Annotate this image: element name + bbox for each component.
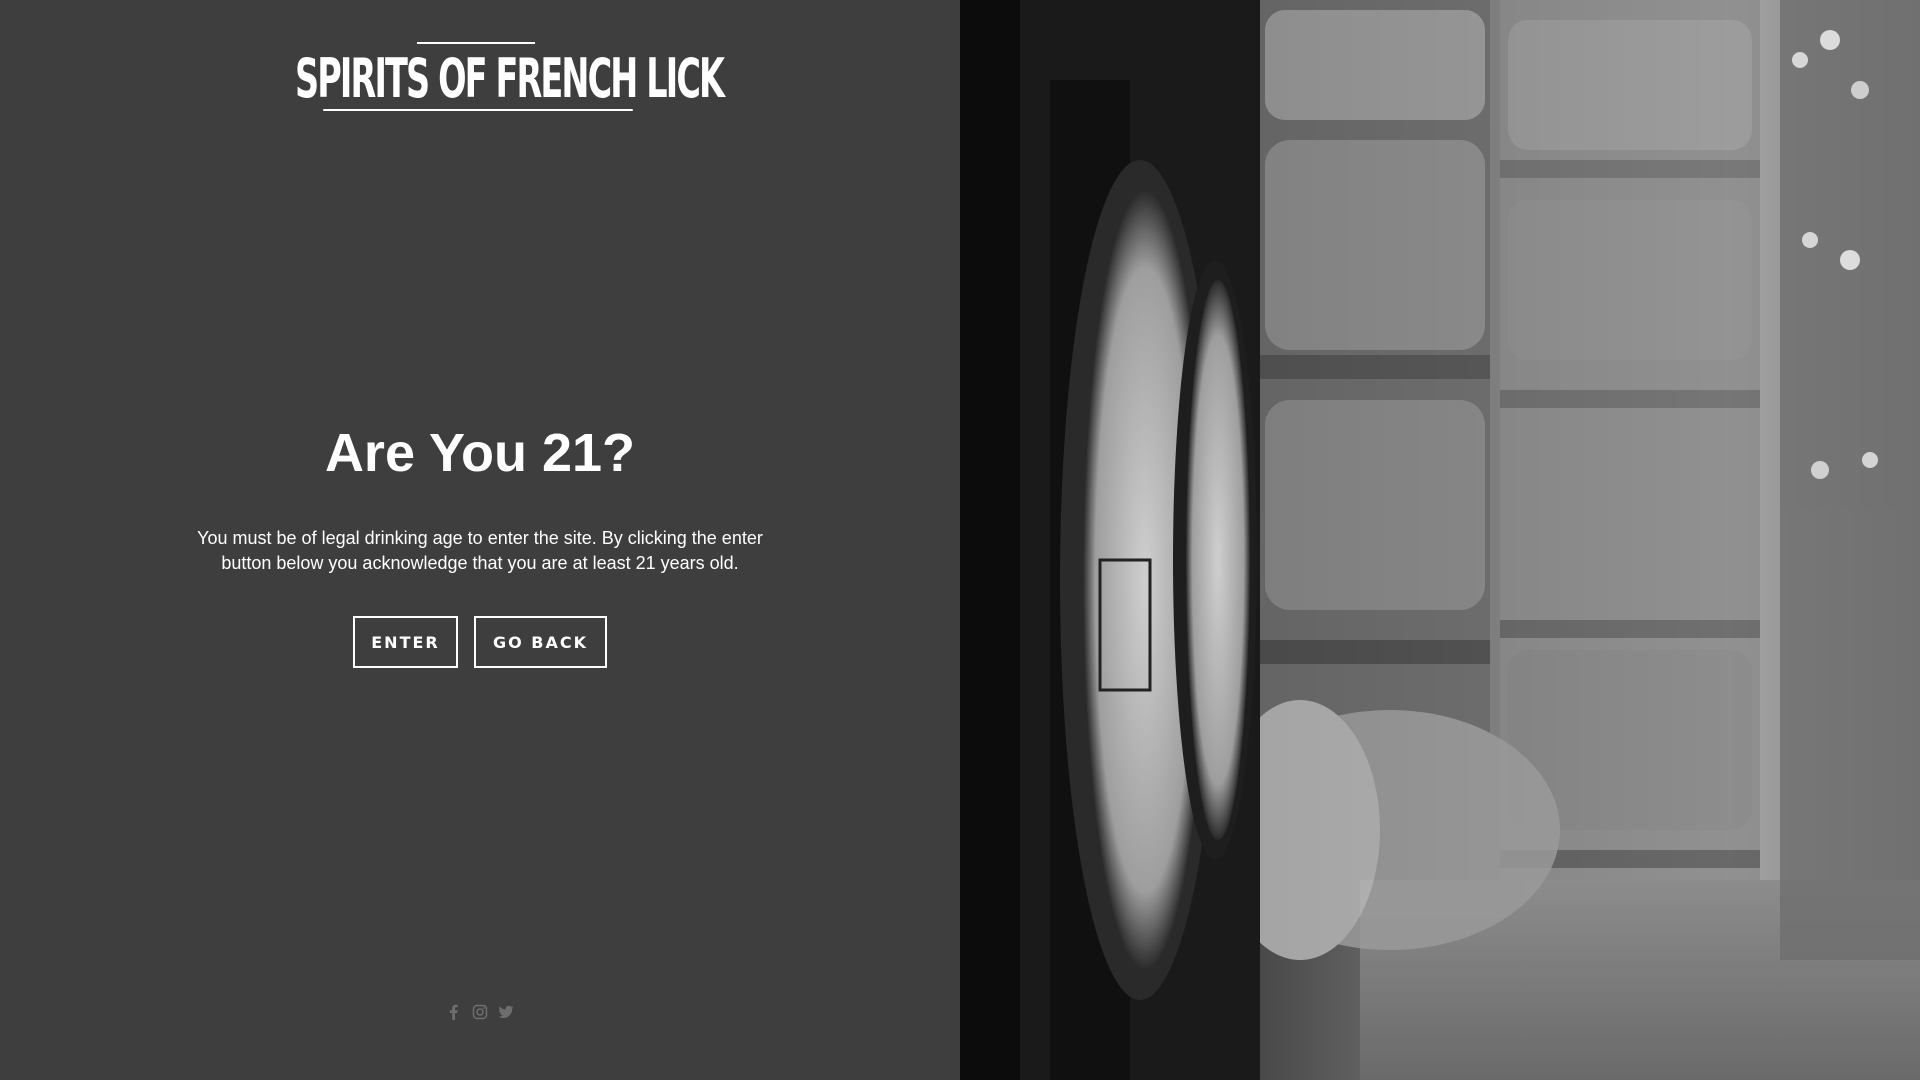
go-back-button[interactable]: GO BACK	[474, 616, 607, 668]
page-title: Are You 21?	[324, 423, 636, 483]
logo-text: SPIRITS OF FRENCH LICK	[295, 47, 725, 110]
age-gate-panel: SPIRITS OF FRENCH LICK Are You 21? You m…	[0, 0, 960, 1080]
twitter-icon[interactable]	[498, 1004, 514, 1020]
enter-button[interactable]: ENTER	[353, 616, 458, 668]
logo-decoration-bottom	[323, 109, 633, 111]
barrel-photo-illustration	[960, 0, 1920, 1080]
barrel-warehouse-photo	[960, 0, 1920, 1080]
age-gate-description: You must be of legal drinking age to ent…	[197, 528, 763, 573]
social-links	[446, 1002, 516, 1022]
facebook-icon[interactable]	[446, 1004, 462, 1020]
brand-logo[interactable]: SPIRITS OF FRENCH LICK	[295, 38, 725, 118]
instagram-icon[interactable]	[472, 1004, 488, 1020]
age-gate-buttons: ENTER GO BACK	[0, 616, 960, 668]
age-gate-content: Are You 21? You must be of legal drinkin…	[0, 418, 960, 668]
